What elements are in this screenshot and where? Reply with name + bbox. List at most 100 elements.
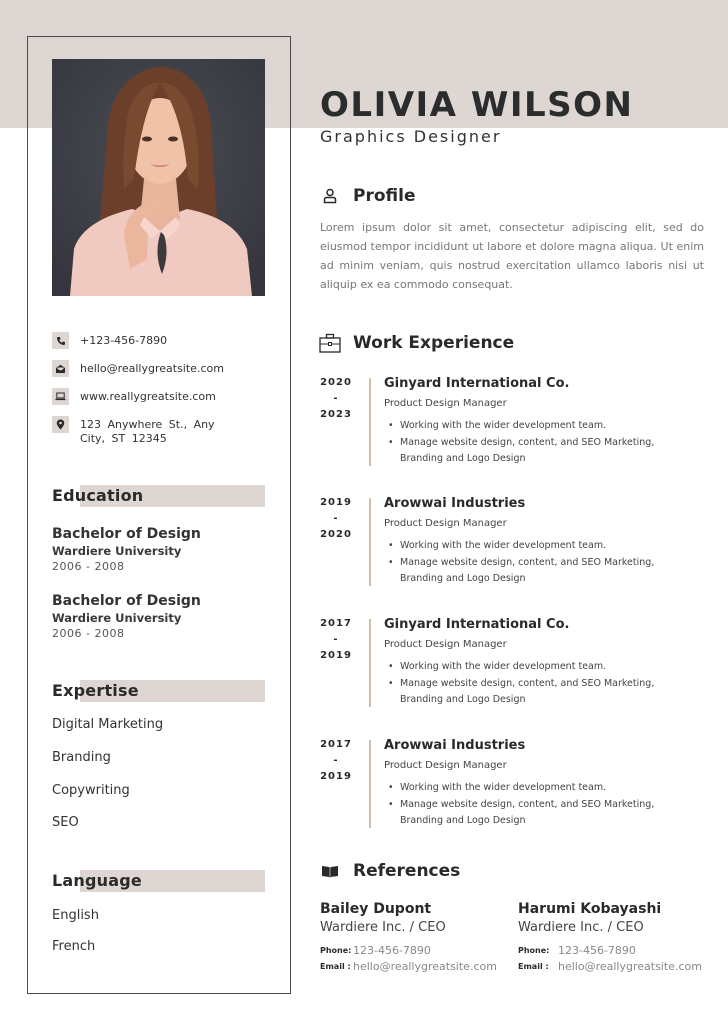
email-label: Email : [518, 962, 549, 971]
job-bullet: Manage website design, content, and SEO … [384, 797, 684, 830]
job-years: 2017 - 2019 [315, 616, 357, 664]
contact-list: +123-456-7890 hello@reallygreatsite.com … [52, 332, 267, 457]
reference-organization: Wardiere Inc. / CEO [320, 920, 446, 935]
job-end-year: 2019 [320, 650, 352, 661]
job-bullet: Manage website design, content, and SEO … [384, 435, 684, 468]
job-company: Ginyard International Co. [384, 617, 570, 632]
job-role: Product Design Manager [384, 639, 507, 650]
timeline-line [369, 619, 371, 707]
education-years: 2006 - 2008 [52, 560, 125, 573]
address-line-1: 123 Anywhere St., Any [80, 418, 215, 431]
envelope-icon [52, 360, 69, 377]
job-company: Ginyard International Co. [384, 376, 570, 391]
language-heading: Language [52, 870, 265, 892]
work-experience-heading: Work Experience [319, 332, 514, 354]
language-item: English [52, 908, 99, 923]
phone-label: Phone: [320, 946, 352, 955]
reference-email: Email : hello@reallygreatsite.com [320, 959, 520, 975]
reference-card: Harumi Kobayashi Wardiere Inc. / CEO Pho… [518, 900, 718, 975]
portrait-illustration [52, 59, 265, 296]
job-years: 2020 - 2023 [315, 375, 357, 423]
job-bullets: Working with the wider development team.… [384, 659, 684, 709]
email-value[interactable]: hello@reallygreatsite.com [353, 959, 497, 975]
contact-phone: +123-456-7890 [52, 332, 267, 349]
education-years: 2006 - 2008 [52, 627, 125, 640]
job-bullet: Working with the wider development team. [384, 538, 684, 555]
expertise-item: Digital Marketing [52, 717, 164, 732]
timeline-line [369, 498, 371, 586]
laptop-icon [52, 388, 69, 405]
address-line-2: City, ST 12345 [80, 432, 167, 445]
reference-card: Bailey Dupont Wardiere Inc. / CEO Phone:… [320, 900, 520, 975]
education-item: Bachelor of Design Wardiere University 2… [52, 525, 267, 574]
job-bullet: Working with the wider development team. [384, 780, 684, 797]
profile-heading: Profile [319, 185, 415, 207]
job-role: Product Design Manager [384, 760, 507, 771]
work-experience-heading-label: Work Experience [353, 333, 515, 353]
reference-name: Harumi Kobayashi [518, 901, 662, 917]
school: Wardiere University [52, 611, 182, 625]
email-value[interactable]: hello@reallygreatsite.com [558, 959, 702, 975]
reference-name: Bailey Dupont [320, 901, 432, 917]
job-year-separator: - [333, 513, 339, 524]
phone-icon [52, 332, 69, 349]
degree: Bachelor of Design [52, 593, 201, 609]
address-text: 123 Anywhere St., Any City, ST 12345 [80, 416, 215, 446]
job-years: 2017 - 2019 [315, 737, 357, 785]
degree: Bachelor of Design [52, 526, 201, 542]
education-heading: Education [52, 485, 265, 507]
phone-value[interactable]: 123-456-7890 [353, 943, 431, 959]
job-bullet: Working with the wider development team. [384, 418, 684, 435]
job-end-year: 2019 [320, 771, 352, 782]
expertise-heading-label: Expertise [52, 681, 139, 700]
briefcase-icon [319, 332, 341, 354]
reference-phone: Phone: 123-456-7890 [518, 943, 718, 959]
job-start-year: 2020 [320, 377, 352, 388]
phone-text[interactable]: +123-456-7890 [80, 332, 167, 348]
job-years: 2019 - 2020 [315, 495, 357, 543]
job-company: Arowwai Industries [384, 738, 526, 753]
candidate-title: Graphics Designer [320, 127, 502, 146]
expertise-item: SEO [52, 815, 79, 830]
expertise-item: Branding [52, 750, 111, 765]
job-end-year: 2020 [320, 529, 352, 540]
job-bullets: Working with the wider development team.… [384, 418, 684, 468]
email-link[interactable]: hello@reallygreatsite.com [80, 360, 224, 376]
reference-email: Email : hello@reallygreatsite.com [518, 959, 718, 975]
job-entry: 2020 - 2023 Ginyard International Co. Pr… [315, 375, 715, 475]
expertise-item: Copywriting [52, 783, 130, 798]
phone-label: Phone: [518, 946, 550, 955]
website-link[interactable]: www.reallygreatsite.com [80, 388, 216, 404]
job-entry: 2019 - 2020 Arowwai Industries Product D… [315, 495, 715, 595]
user-icon [319, 185, 341, 207]
reference-organization: Wardiere Inc. / CEO [518, 920, 644, 935]
profile-photo [52, 59, 265, 296]
candidate-name: OLIVIA WILSON [320, 85, 634, 125]
job-entry: 2017 - 2019 Arowwai Industries Product D… [315, 737, 715, 837]
job-bullets: Working with the wider development team.… [384, 538, 684, 588]
job-start-year: 2017 [320, 739, 352, 750]
education-heading-label: Education [52, 486, 144, 505]
reference-phone: Phone: 123-456-7890 [320, 943, 520, 959]
timeline-line [369, 740, 371, 828]
phone-value[interactable]: 123-456-7890 [558, 943, 636, 959]
contact-website: www.reallygreatsite.com [52, 388, 267, 405]
job-role: Product Design Manager [384, 398, 507, 409]
job-bullet: Manage website design, content, and SEO … [384, 676, 684, 709]
location-pin-icon [52, 416, 69, 433]
expertise-heading: Expertise [52, 680, 265, 702]
contact-email: hello@reallygreatsite.com [52, 360, 267, 377]
references-heading: References [319, 860, 460, 882]
profile-heading-label: Profile [353, 186, 416, 206]
school: Wardiere University [52, 544, 182, 558]
job-year-separator: - [333, 755, 339, 766]
job-year-separator: - [333, 393, 339, 404]
job-bullets: Working with the wider development team.… [384, 780, 684, 830]
job-role: Product Design Manager [384, 518, 507, 529]
job-start-year: 2017 [320, 618, 352, 629]
job-end-year: 2023 [320, 409, 352, 420]
job-bullet: Manage website design, content, and SEO … [384, 555, 684, 588]
job-year-separator: - [333, 634, 339, 645]
job-company: Arowwai Industries [384, 496, 526, 511]
references-heading-label: References [353, 861, 461, 881]
